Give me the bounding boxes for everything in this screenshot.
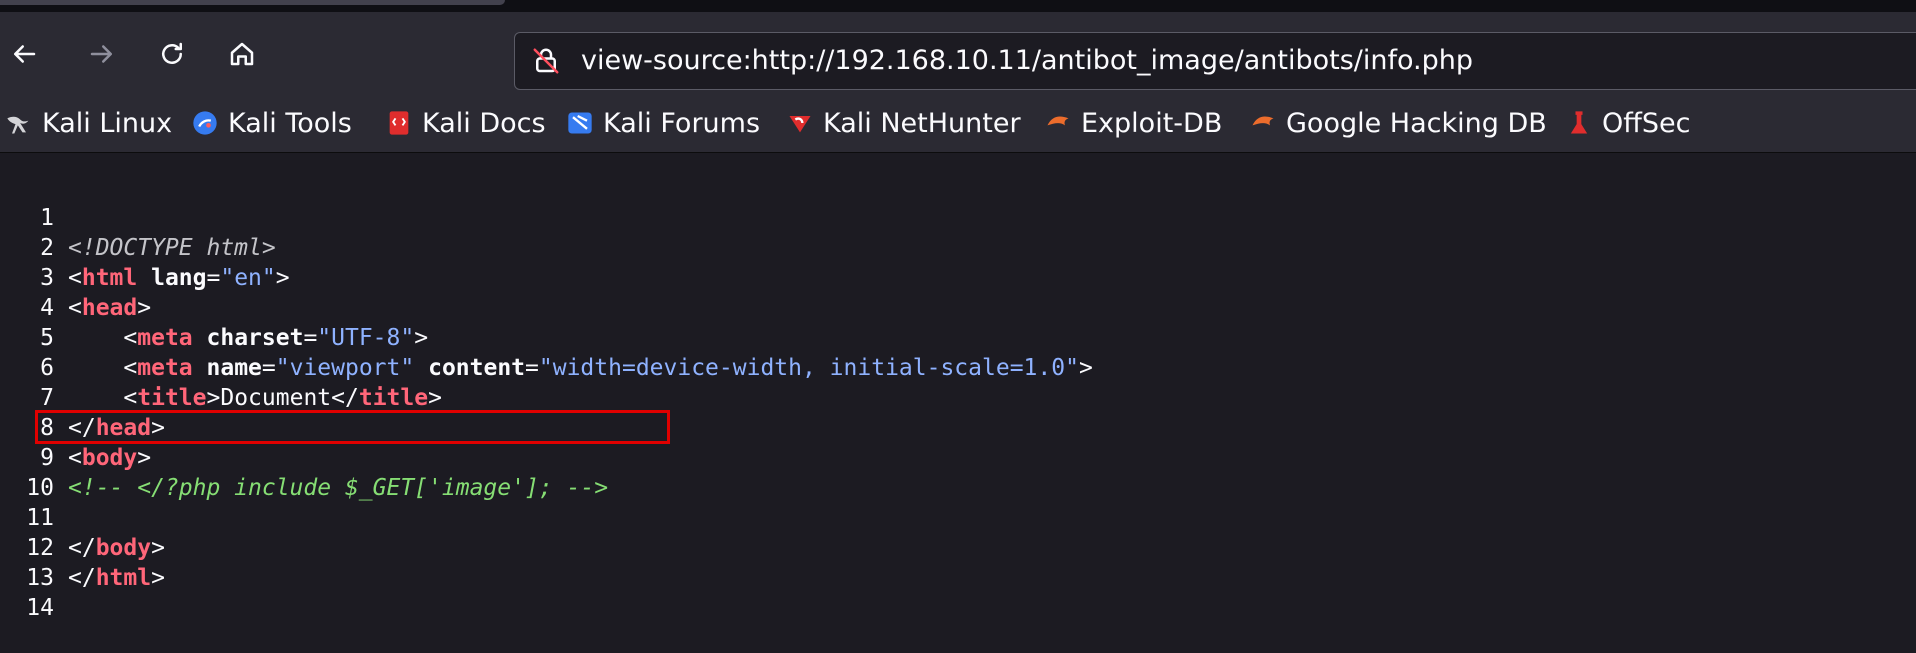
source-line: 7 </head> xyxy=(0,353,1916,441)
bookmark-offsec[interactable]: OffSec xyxy=(1564,94,1690,152)
source-line: 4 <meta charset="UTF-8"> xyxy=(0,263,1916,351)
kali-tools-icon xyxy=(190,108,220,138)
line-number: 14 xyxy=(26,595,54,621)
url-text[interactable]: view-source:http://192.168.10.11/antibot… xyxy=(581,33,1473,89)
source-line: 6 <title>Document</title> xyxy=(0,323,1916,411)
source-line: 10 xyxy=(0,443,1916,501)
source-line: 8 <body> xyxy=(0,383,1916,471)
source-line: 2 <html lang="en"> xyxy=(0,203,1916,291)
forward-arrow-icon xyxy=(90,45,112,63)
navigation-toolbar: view-source:http://192.168.10.11/antibot… xyxy=(0,12,1916,94)
bookmark-label: OffSec xyxy=(1602,107,1691,139)
bookmarks-toolbar: Kali Linux Kali Tools Kali Docs Kali For… xyxy=(0,94,1916,153)
bookmark-label: Kali Linux xyxy=(42,107,173,139)
source-line: 11 </body> xyxy=(0,473,1916,561)
bookmark-kali-forums[interactable]: Kali Forums xyxy=(565,94,760,152)
ghdb-icon xyxy=(1248,108,1278,138)
bookmark-label: Exploit-DB xyxy=(1081,107,1223,139)
url-bar[interactable]: view-source:http://192.168.10.11/antibot… xyxy=(514,32,1916,90)
bookmark-kali-nethunter[interactable]: Kali NetHunter xyxy=(785,94,1021,152)
kali-nethunter-icon xyxy=(785,108,815,138)
forward-button[interactable] xyxy=(84,36,120,72)
bookmark-label: Kali Tools xyxy=(228,107,352,139)
source-line: 5 <meta name="viewport" content="width=d… xyxy=(0,293,1916,381)
exploit-db-icon xyxy=(1043,108,1073,138)
tab-strip xyxy=(0,0,1916,12)
reload-button[interactable] xyxy=(154,36,190,72)
active-tab-edge[interactable] xyxy=(0,0,505,5)
reload-icon xyxy=(162,42,182,64)
source-line: 3 <head> xyxy=(0,233,1916,321)
home-button[interactable] xyxy=(224,36,260,72)
source-line: 12 </html> xyxy=(0,503,1916,591)
source-line: 1 <!DOCTYPE html> xyxy=(0,173,1916,261)
bookmark-label: Kali NetHunter xyxy=(823,107,1021,139)
bookmark-kali-docs[interactable]: Kali Docs xyxy=(384,94,546,152)
kali-dragon-icon xyxy=(4,108,34,138)
source-line: 14 xyxy=(0,563,1916,621)
page-source-view: 1 <!DOCTYPE html> 2 <html lang="en"> 3 <… xyxy=(0,153,1916,621)
back-arrow-icon xyxy=(14,45,36,63)
offsec-icon xyxy=(1564,108,1594,138)
bookmark-label: Kali Forums xyxy=(603,107,761,139)
bookmark-label: Kali Docs xyxy=(422,107,546,139)
insecure-lock-icon[interactable] xyxy=(531,46,561,76)
kali-forums-icon xyxy=(565,108,595,138)
bookmark-google-hacking-db[interactable]: Google Hacking DB xyxy=(1248,94,1547,152)
back-button[interactable] xyxy=(6,36,42,72)
bookmark-kali-linux[interactable]: Kali Linux xyxy=(4,94,172,152)
kali-docs-icon xyxy=(384,108,414,138)
home-icon xyxy=(230,42,254,66)
source-line: 13 xyxy=(0,533,1916,591)
highlight-box xyxy=(35,410,670,444)
bookmark-kali-tools[interactable]: Kali Tools xyxy=(190,94,352,152)
bookmark-label: Google Hacking DB xyxy=(1286,107,1547,139)
bookmark-exploit-db[interactable]: Exploit-DB xyxy=(1043,94,1222,152)
